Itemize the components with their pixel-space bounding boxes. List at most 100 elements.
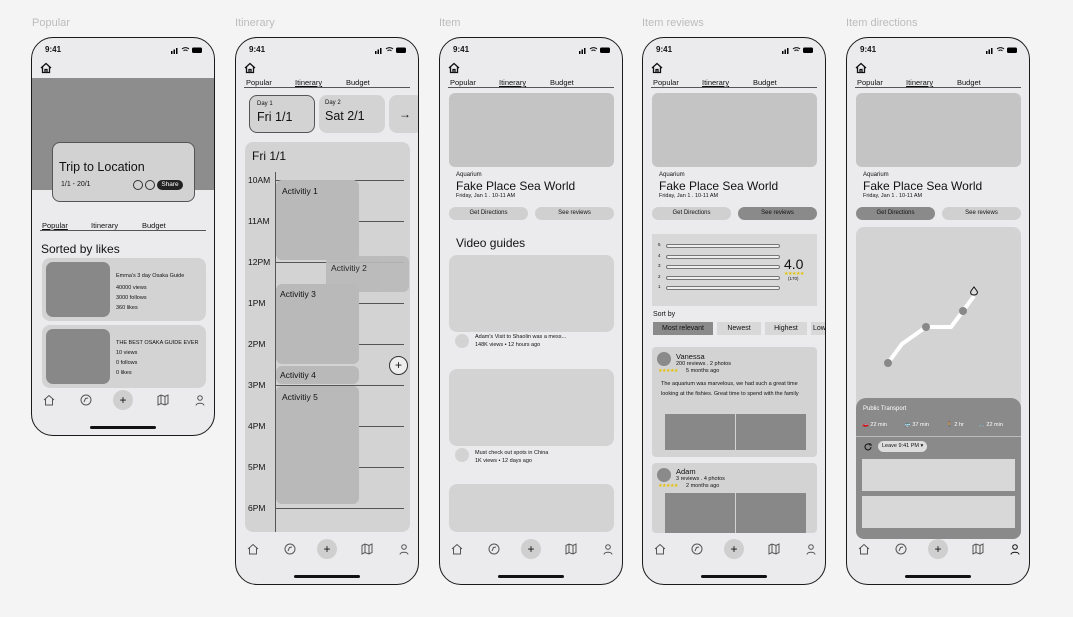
map-view[interactable]: Public Transport 🚗 22 min 🚌 37 min 🚶 2 h…: [856, 227, 1021, 539]
tab-popular[interactable]: Popular: [653, 78, 679, 87]
review-photo[interactable]: [665, 493, 735, 533]
add-button[interactable]: +: [521, 539, 541, 559]
video-thumbnail[interactable]: [449, 369, 614, 446]
add-button[interactable]: +: [317, 539, 337, 559]
map-icon[interactable]: [971, 542, 985, 556]
tab-budget[interactable]: Budget: [346, 78, 370, 87]
trip-card[interactable]: Trip to Location 1/1 - 20/1 Share: [52, 142, 195, 202]
get-directions-button[interactable]: Get Directions: [449, 207, 528, 220]
activity-block[interactable]: Activitiy 4: [276, 366, 359, 384]
reviewer-name: Vanessa: [676, 352, 705, 361]
day-date: Sat 2/1: [325, 109, 365, 123]
review-photo[interactable]: [665, 414, 735, 450]
add-button[interactable]: +: [113, 390, 133, 410]
map-icon[interactable]: [360, 542, 374, 556]
share-button[interactable]: Share: [157, 180, 183, 190]
day-tab-1[interactable]: Day 1 Fri 1/1: [249, 95, 315, 133]
profile-icon[interactable]: [397, 542, 411, 556]
sort-highest[interactable]: Highest: [765, 322, 807, 335]
route-option[interactable]: [862, 459, 1015, 491]
home-icon[interactable]: [244, 62, 256, 74]
tab-budget[interactable]: Budget: [957, 78, 981, 87]
tab-budget[interactable]: Budget: [753, 78, 777, 87]
video-meta: 148K views • 12 hours ago: [475, 342, 541, 348]
route-option[interactable]: [862, 496, 1015, 528]
activity-block[interactable]: Activitiy 1: [276, 180, 359, 260]
profile-icon[interactable]: [601, 542, 615, 556]
tab-itinerary[interactable]: Itinerary: [702, 78, 729, 87]
map-icon[interactable]: [564, 542, 578, 556]
home-icon[interactable]: [42, 393, 56, 407]
tab-itinerary[interactable]: Itinerary: [295, 78, 322, 87]
home-icon[interactable]: [450, 542, 464, 556]
review-photo[interactable]: [736, 414, 806, 450]
home-icon[interactable]: [857, 542, 871, 556]
add-activity-button[interactable]: +: [389, 356, 408, 375]
leave-time-dropdown[interactable]: Leave 9:41 PM ▾: [878, 441, 928, 452]
day-tab-2[interactable]: Day 2 Sat 2/1: [319, 95, 385, 133]
get-directions-button[interactable]: Get Directions: [652, 207, 731, 220]
profile-icon[interactable]: [804, 542, 818, 556]
tab-budget[interactable]: Budget: [550, 78, 574, 87]
activity-block[interactable]: Activitiy 3: [276, 284, 359, 364]
get-directions-button[interactable]: Get Directions: [856, 207, 935, 220]
avatar: [133, 180, 143, 190]
profile-icon[interactable]: [1008, 542, 1022, 556]
home-icon[interactable]: [246, 542, 260, 556]
video-title: Must check out spots in China: [475, 450, 549, 456]
status-time: 9:41: [453, 45, 470, 54]
profile-icon[interactable]: [193, 393, 207, 407]
walk-option[interactable]: 🚶 2 hr: [946, 422, 964, 428]
home-icon[interactable]: [448, 62, 460, 74]
add-button[interactable]: +: [724, 539, 744, 559]
explore-icon[interactable]: [487, 542, 501, 556]
tab-popular[interactable]: Popular: [857, 78, 883, 87]
bus-option[interactable]: 🚌 37 min: [904, 422, 929, 428]
see-reviews-button[interactable]: See reviews: [535, 207, 614, 220]
next-day-button[interactable]: →: [389, 95, 418, 133]
see-reviews-button[interactable]: See reviews: [942, 207, 1021, 220]
rating-bar: [666, 286, 780, 290]
car-option[interactable]: 🚗 22 min: [862, 422, 887, 428]
phone-item: 9:41 Popular Itinerary Budget Aquarium F…: [439, 37, 623, 585]
home-icon[interactable]: [855, 62, 867, 74]
home-icon[interactable]: [653, 542, 667, 556]
video-thumbnail[interactable]: [449, 255, 614, 332]
review-photo[interactable]: [736, 493, 806, 533]
status-icons: [579, 47, 610, 54]
explore-icon[interactable]: [690, 542, 704, 556]
tab-budget[interactable]: Budget: [142, 221, 166, 230]
hour-label: 5PM: [248, 462, 266, 472]
tab-popular[interactable]: Popular: [246, 78, 272, 87]
status-icons: [782, 47, 813, 54]
guide-thumbnail: [46, 262, 110, 317]
tab-bar: Popular Itinerary Budget: [244, 78, 410, 88]
guide-card[interactable]: THE BEST OSAKA GUIDE EVER 10 views 0 fol…: [42, 325, 206, 388]
guide-views: 40000 views: [116, 285, 147, 291]
see-reviews-button[interactable]: See reviews: [738, 207, 817, 220]
activity-block[interactable]: Activitiy 5: [276, 386, 359, 504]
home-icon[interactable]: [651, 62, 663, 74]
tab-popular[interactable]: Popular: [450, 78, 476, 87]
sort-lowest[interactable]: Low: [811, 322, 825, 335]
bike-option[interactable]: 🚲 22 min: [978, 422, 1003, 428]
explore-icon[interactable]: [283, 542, 297, 556]
refresh-icon[interactable]: [863, 442, 873, 452]
tab-itinerary[interactable]: Itinerary: [91, 221, 118, 230]
map-icon[interactable]: [767, 542, 781, 556]
tab-popular[interactable]: Popular: [42, 221, 68, 230]
day-date: Fri 1/1: [257, 110, 293, 124]
guide-title: Emma's 3 day Osaka Guide: [116, 273, 185, 279]
sort-most-relevant[interactable]: Most relevant: [653, 322, 713, 335]
activity-label: Activitiy 2: [331, 263, 367, 273]
home-icon[interactable]: [40, 62, 52, 74]
sort-newest[interactable]: Newest: [717, 322, 761, 335]
explore-icon[interactable]: [79, 393, 93, 407]
tab-itinerary[interactable]: Itinerary: [906, 78, 933, 87]
video-thumbnail[interactable]: [449, 484, 614, 532]
tab-itinerary[interactable]: Itinerary: [499, 78, 526, 87]
map-icon[interactable]: [156, 393, 170, 407]
add-button[interactable]: +: [928, 539, 948, 559]
explore-icon[interactable]: [894, 542, 908, 556]
guide-card[interactable]: Emma's 3 day Osaka Guide 40000 views 300…: [42, 258, 206, 321]
